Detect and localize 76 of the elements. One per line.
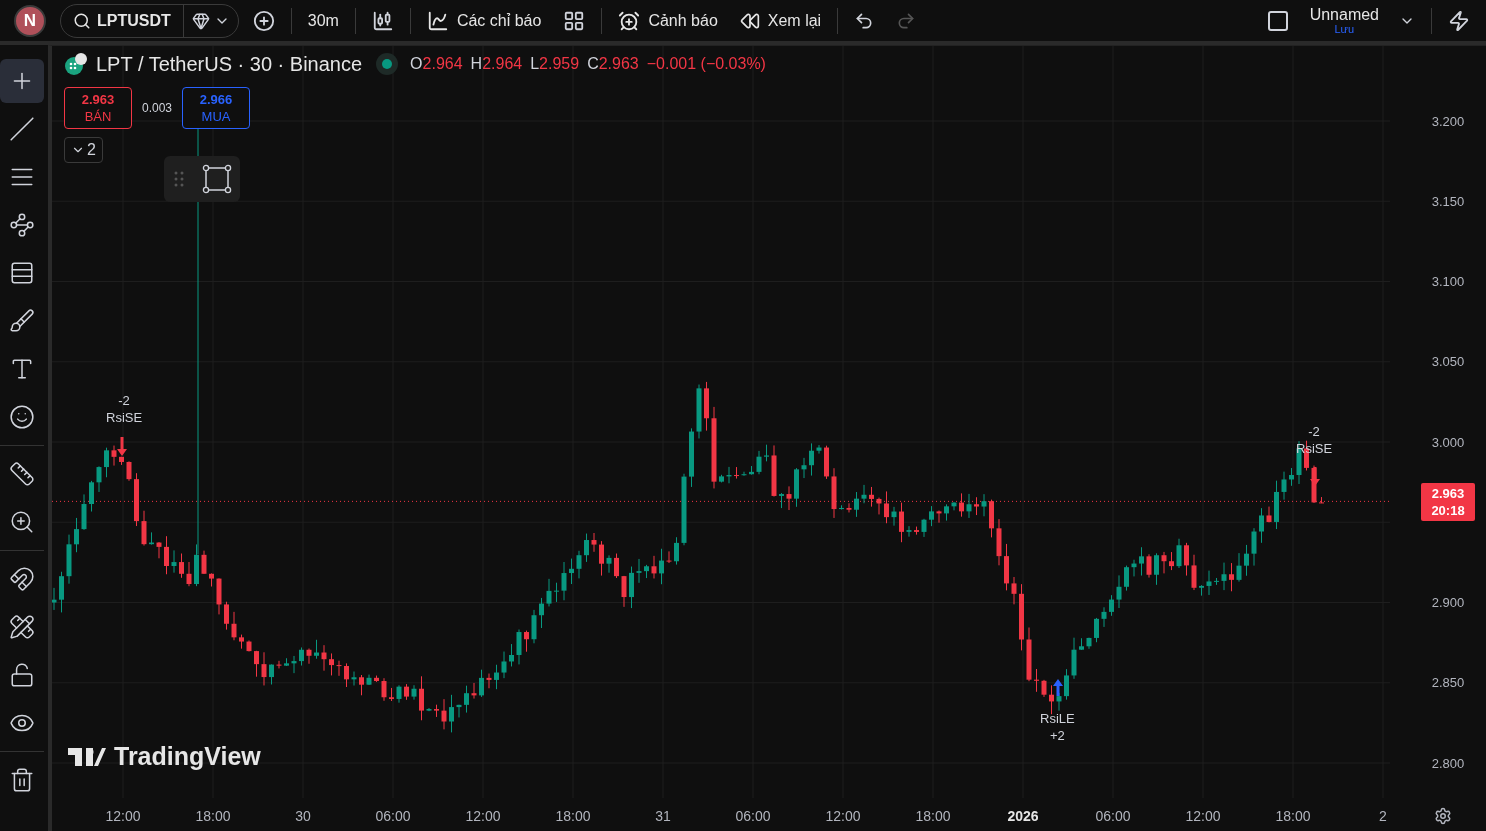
alerts-button[interactable]: Cảnh báo [610, 4, 726, 37]
crosshair-tool[interactable] [0, 59, 44, 103]
settings-icon [1434, 807, 1452, 825]
price-label: 3.200 [1430, 112, 1466, 131]
trash-icon [9, 767, 35, 793]
grid-icon [563, 9, 586, 32]
time-label: 18:00 [914, 808, 952, 824]
time-label: 12:00 [1184, 808, 1222, 824]
time-label: 12:00 [464, 808, 502, 824]
ohlc-value: C2.963 [587, 55, 639, 73]
price-label: 3.000 [1430, 433, 1466, 452]
sell-button[interactable]: 2.963 BÁN [64, 87, 132, 129]
down-arrow-icon [1310, 467, 1320, 486]
ohlc-value: O2.964 [410, 55, 463, 73]
time-label: 12:00 [824, 808, 862, 824]
trend-line-icon [9, 116, 35, 142]
coin-icon [64, 52, 88, 76]
time-label: 12:00 [104, 808, 142, 824]
rectangle-tool-icon[interactable] [201, 164, 232, 194]
lock-icon [9, 662, 35, 688]
layout-name-button[interactable]: Unnamed Lưu [1303, 6, 1385, 35]
plus-circle-icon [252, 9, 275, 32]
replay-button[interactable]: Xem lại [731, 4, 830, 37]
price-label: 2.850 [1430, 674, 1466, 693]
signal-label: -2 RsiSE [106, 392, 143, 426]
lightning-icon [1448, 9, 1470, 32]
time-label: 18:00 [554, 808, 592, 824]
time-label: 31 [654, 808, 672, 824]
time-label: 18:00 [194, 808, 232, 824]
save-status: Lưu [1334, 22, 1355, 35]
time-label: 06:00 [734, 808, 772, 824]
magnet-icon [9, 566, 35, 592]
price-change: −0.001 (−0.03%) [646, 55, 766, 73]
logo-text: TradingView [114, 742, 261, 771]
price-label: 3.150 [1430, 192, 1466, 211]
emoji-icon [9, 404, 35, 430]
gem-icon [191, 11, 210, 30]
search-icon [73, 11, 91, 30]
user-avatar[interactable]: N [14, 4, 46, 37]
time-label: 2 [1378, 808, 1388, 824]
ohlc-value: L2.959 [530, 55, 580, 73]
signal-label: RsiLE +2 [1040, 710, 1075, 744]
time-label: 18:00 [1274, 808, 1312, 824]
price-label: 3.100 [1430, 273, 1466, 292]
rewind-icon [739, 10, 760, 31]
logo-icon [68, 745, 106, 768]
time-label: 06:00 [374, 808, 412, 824]
time-label: 2026 [1006, 808, 1040, 824]
alarm-clock-icon [618, 9, 641, 32]
layout-name: Unnamed [1309, 6, 1379, 23]
buy-button[interactable]: 2.966 MUA [182, 87, 251, 129]
ohlc-value: H2.964 [470, 55, 523, 73]
price-label: 2.900 [1430, 594, 1466, 613]
candlestick-icon [371, 9, 394, 32]
zoom-icon [9, 509, 35, 535]
time-label: 30 [294, 808, 312, 824]
symbol-title: LPT / TetherUS · 30 · Binance [96, 52, 363, 76]
price-label: 2.800 [1430, 754, 1466, 773]
brush-icon [9, 308, 35, 334]
drag-handle-icon[interactable] [172, 170, 185, 188]
ruler-icon [9, 461, 35, 487]
chart-icon [426, 9, 449, 32]
redo-icon [896, 10, 917, 31]
interval-button[interactable]: 30m [299, 4, 347, 37]
symbol-button[interactable]: LPTUSDT [61, 4, 184, 37]
price-label: 3.050 [1430, 353, 1466, 372]
indicators-button[interactable]: Các chỉ báo [418, 4, 550, 37]
collapse-button[interactable]: 2 [64, 137, 103, 163]
time-label: 06:00 [1094, 808, 1132, 824]
current-price-tag: 2.963 20:18 [1421, 483, 1475, 522]
up-arrow-icon [1053, 679, 1063, 696]
spread-value: 0.003 [142, 101, 173, 115]
pencil-icon [9, 614, 35, 640]
pattern-icon [9, 212, 35, 238]
square-icon [1265, 8, 1290, 33]
fib-icon [9, 260, 35, 286]
